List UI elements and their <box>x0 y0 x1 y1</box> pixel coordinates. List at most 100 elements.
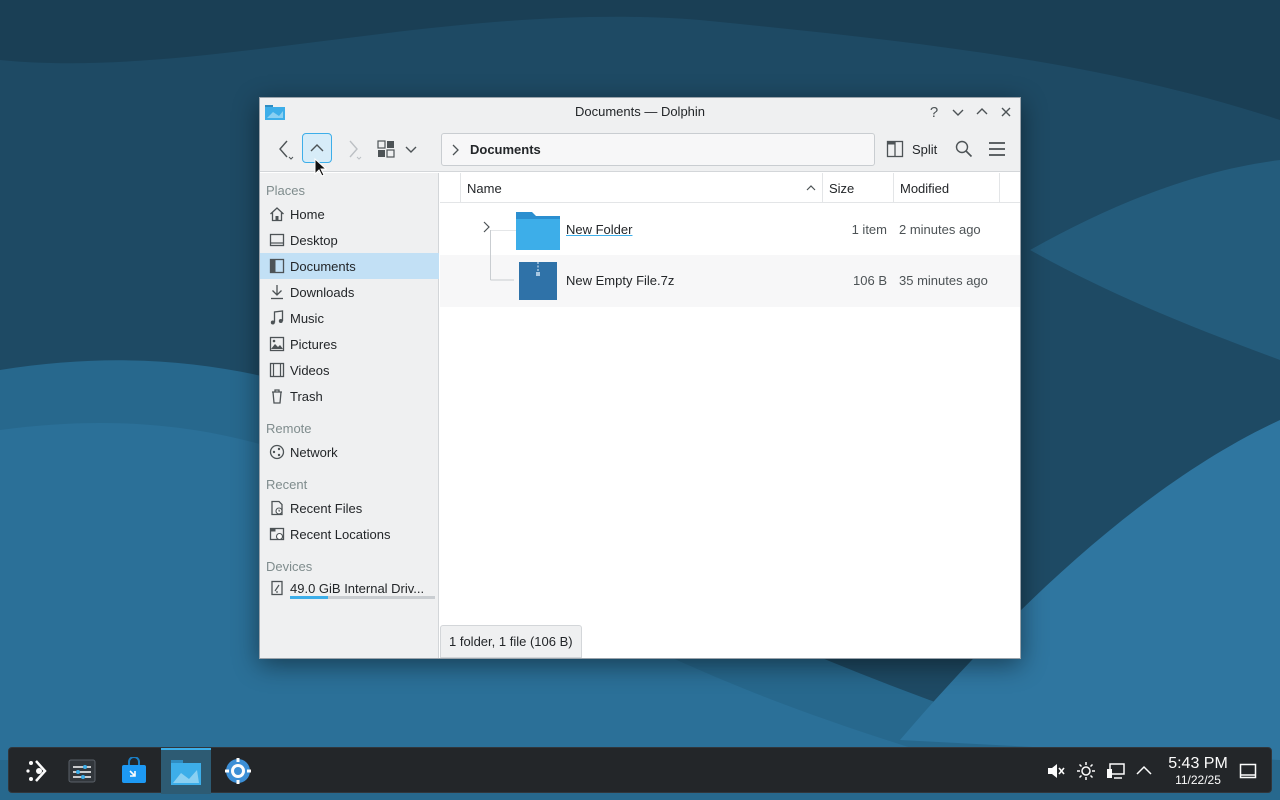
expand-tray-button[interactable] <box>1133 760 1155 782</box>
archive-icon <box>519 262 557 300</box>
minimize-button[interactable] <box>948 102 968 122</box>
sidebar-item-recent-files[interactable]: Recent Files <box>260 495 439 521</box>
search-icon <box>955 140 973 158</box>
app-launcher-button[interactable] <box>11 748 61 794</box>
breadcrumb-documents[interactable]: Documents <box>470 142 541 157</box>
clock-time: 5:43 PM <box>1168 755 1228 772</box>
close-button[interactable] <box>996 102 1016 122</box>
steam-icon <box>225 758 251 784</box>
remote-section-label: Remote <box>266 421 312 436</box>
file-row-new-folder[interactable]: New Folder 1 item 2 minutes ago <box>440 204 1020 282</box>
view-mode-dropdown[interactable] <box>402 140 420 158</box>
mouse-cursor <box>314 158 328 177</box>
volume-muted-icon <box>1048 764 1065 778</box>
tree-line <box>490 255 514 281</box>
forward-icon <box>349 140 362 160</box>
sidebar-item-label: Pictures <box>290 336 337 352</box>
sidebar-item-home[interactable]: Home <box>260 201 439 227</box>
view-mode-button[interactable] <box>375 138 397 160</box>
dolphin-window: Documents — Dolphin ? Documents Split Pl… <box>259 97 1021 659</box>
music-icon <box>268 309 286 327</box>
sidebar-item-label: 49.0 GiB Internal Driv... <box>290 580 425 596</box>
column-name[interactable]: Name <box>460 173 822 203</box>
forward-button[interactable] <box>342 137 364 161</box>
show-desktop-icon <box>1239 763 1257 779</box>
taskbar: 5:43 PM 11/22/25 <box>8 747 1272 794</box>
maximize-icon <box>976 108 988 115</box>
split-label: Split <box>912 141 938 157</box>
file-size: 1 item <box>851 222 887 237</box>
taskbar-dolphin[interactable] <box>161 748 211 794</box>
sidebar-item-network[interactable]: Network <box>260 439 439 465</box>
toolbar: Documents Split <box>260 126 1020 172</box>
desktop-icon <box>268 231 286 249</box>
sidebar-item-label: Recent Locations <box>290 526 391 542</box>
show-desktop-button[interactable] <box>1237 760 1259 782</box>
network-icon <box>268 443 286 461</box>
hamburger-menu-button[interactable] <box>986 138 1008 160</box>
sidebar-item-label: Downloads <box>290 284 355 300</box>
column-name-label: Name <box>467 180 502 196</box>
sidebar-item-pictures[interactable]: Pictures <box>260 331 439 357</box>
file-row-new-empty-file[interactable]: New Empty File.7z 106 B 35 minutes ago <box>440 255 1020 307</box>
chevron-right-icon <box>452 144 459 155</box>
sidebar-item-label: Desktop <box>290 232 338 248</box>
back-button[interactable] <box>274 137 296 161</box>
app-launcher-icon <box>26 760 47 782</box>
folder-icon <box>516 212 560 250</box>
file-size: 106 B <box>853 273 887 288</box>
column-size[interactable]: Size <box>822 173 893 203</box>
status-bar: 1 folder, 1 file (106 B) <box>440 625 582 658</box>
sidebar-item-documents[interactable]: Documents <box>260 253 439 279</box>
split-button[interactable]: Split <box>886 136 937 162</box>
places-panel: Places Home Desktop Documents Downloads … <box>260 173 439 658</box>
column-size-label: Size <box>829 180 855 196</box>
back-icon <box>279 140 294 160</box>
sidebar-item-downloads[interactable]: Downloads <box>260 279 439 305</box>
sidebar-item-desktop[interactable]: Desktop <box>260 227 439 253</box>
recent-files-icon <box>268 499 286 517</box>
sidebar-item-label: Documents <box>290 258 356 274</box>
sidebar-item-videos[interactable]: Videos <box>260 357 439 383</box>
recent-locations-icon <box>268 525 286 543</box>
view-mode-icon <box>377 140 395 158</box>
recent-section-label: Recent <box>266 477 308 492</box>
maximize-button[interactable] <box>972 102 992 122</box>
clock-date: 11/22/25 <box>1175 773 1221 787</box>
sidebar-item-label: Network <box>290 444 338 460</box>
file-view[interactable]: Name Size Modified New Folder 1 item 2 m… <box>440 173 1020 658</box>
network-button[interactable] <box>1105 760 1127 782</box>
sidebar-item-music[interactable]: Music <box>260 305 439 331</box>
dolphin-icon <box>171 760 201 785</box>
documents-icon <box>268 257 286 275</box>
taskbar-discover[interactable] <box>109 748 159 794</box>
taskbar-system-settings[interactable] <box>57 748 107 794</box>
brightness-icon <box>1077 762 1095 780</box>
sidebar-item-label: Trash <box>290 388 323 404</box>
column-modified-label: Modified <box>900 180 950 196</box>
volume-button[interactable] <box>1045 760 1067 782</box>
title-bar[interactable]: Documents — Dolphin ? <box>260 98 1020 126</box>
clock[interactable]: 5:43 PM 11/22/25 <box>1162 755 1234 787</box>
column-modified[interactable]: Modified <box>893 173 1000 203</box>
download-icon <box>268 283 286 301</box>
pictures-icon <box>268 335 286 353</box>
search-button[interactable] <box>953 138 975 160</box>
videos-icon <box>268 361 286 379</box>
help-icon: ? <box>929 103 939 121</box>
location-bar[interactable]: Documents <box>441 133 875 166</box>
chevron-down-icon <box>405 146 417 153</box>
up-arrow-icon <box>310 144 324 152</box>
file-modified: 35 minutes ago <box>899 273 988 288</box>
devices-section-label: Devices <box>266 559 313 574</box>
help-button[interactable]: ? <box>924 102 944 122</box>
sort-ascending-icon <box>806 185 816 191</box>
sidebar-item-trash[interactable]: Trash <box>260 383 439 409</box>
sidebar-item-label: Music <box>290 310 324 326</box>
sidebar-item-label: Recent Files <box>290 500 363 516</box>
brightness-button[interactable] <box>1075 760 1097 782</box>
taskbar-steam[interactable] <box>213 748 263 794</box>
sidebar-item-label: Videos <box>290 362 330 378</box>
drive-icon <box>268 579 286 597</box>
sidebar-item-recent-locations[interactable]: Recent Locations <box>260 521 439 547</box>
